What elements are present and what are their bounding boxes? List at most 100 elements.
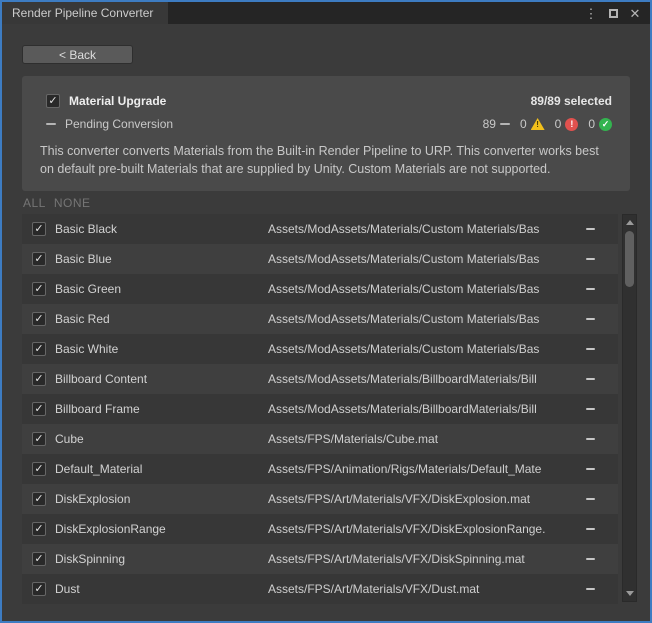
error-counter: 0 ! — [555, 117, 579, 131]
pending-dash-icon — [46, 123, 56, 125]
material-row[interactable]: ✓ Billboard Frame Assets/ModAssets/Mater… — [22, 394, 618, 424]
titlebar: Render Pipeline Converter ⋮ ✕ — [2, 2, 650, 24]
material-row[interactable]: ✓ Billboard Content Assets/ModAssets/Mat… — [22, 364, 618, 394]
material-checkbox[interactable]: ✓ — [32, 282, 46, 296]
material-path: Assets/FPS/Art/Materials/VFX/DiskExplosi… — [268, 492, 578, 506]
row-pending-icon — [578, 258, 618, 260]
selection-controls: ALL NONE — [23, 196, 91, 210]
pending-counter: 89 — [483, 117, 510, 131]
converter-name: Material Upgrade — [69, 94, 166, 108]
material-path: Assets/FPS/Materials/Cube.mat — [268, 432, 578, 446]
material-name: Cube — [55, 432, 268, 446]
select-none-button[interactable]: NONE — [54, 196, 91, 210]
check-icon: ✓ — [34, 224, 43, 235]
material-name: Basic White — [55, 342, 268, 356]
check-icon: ✓ — [34, 404, 43, 415]
material-path: Assets/ModAssets/Materials/Custom Materi… — [268, 312, 578, 326]
material-path: Assets/ModAssets/Materials/Custom Materi… — [268, 252, 578, 266]
material-path: Assets/ModAssets/Materials/Custom Materi… — [268, 222, 578, 236]
material-name: Basic Green — [55, 282, 268, 296]
material-name: DiskExplosion — [55, 492, 268, 506]
maximize-icon[interactable] — [606, 7, 620, 20]
check-icon: ✓ — [34, 434, 43, 445]
material-checkbox[interactable]: ✓ — [32, 222, 46, 236]
material-path: Assets/ModAssets/Materials/BillboardMate… — [268, 402, 578, 416]
menu-icon[interactable]: ⋮ — [584, 7, 598, 20]
back-button[interactable]: < Back — [22, 45, 133, 64]
row-pending-icon — [578, 498, 618, 500]
material-checkbox[interactable]: ✓ — [32, 582, 46, 596]
window-tab[interactable]: Render Pipeline Converter — [2, 2, 168, 24]
material-row[interactable]: ✓ Dust Assets/FPS/Art/Materials/VFX/Dust… — [22, 574, 618, 604]
material-name: DiskExplosionRange — [55, 522, 268, 536]
material-path: Assets/FPS/Art/Materials/VFX/Dust.mat — [268, 582, 578, 596]
row-pending-icon — [578, 348, 618, 350]
success-icon: ✓ — [599, 118, 612, 131]
window-controls: ⋮ ✕ — [584, 2, 650, 24]
pending-count: 89 — [483, 117, 496, 131]
material-name: Basic Blue — [55, 252, 268, 266]
row-pending-icon — [578, 468, 618, 470]
success-counter: 0 ✓ — [588, 117, 612, 131]
row-pending-icon — [578, 588, 618, 590]
error-icon: ! — [565, 118, 578, 131]
material-path: Assets/ModAssets/Materials/BillboardMate… — [268, 372, 578, 386]
converter-description: This converter converts Materials from t… — [22, 142, 630, 178]
material-path: Assets/ModAssets/Materials/Custom Materi… — [268, 342, 578, 356]
material-row[interactable]: ✓ Default_Material Assets/FPS/Animation/… — [22, 454, 618, 484]
material-name: Basic Red — [55, 312, 268, 326]
material-upgrade-checkbox[interactable]: ✓ — [46, 94, 60, 108]
material-name: Basic Black — [55, 222, 268, 236]
material-row[interactable]: ✓ Basic Black Assets/ModAssets/Materials… — [22, 214, 618, 244]
row-pending-icon — [578, 408, 618, 410]
check-icon: ✓ — [48, 96, 57, 107]
material-path: Assets/FPS/Art/Materials/VFX/DiskExplosi… — [268, 522, 578, 536]
material-checkbox[interactable]: ✓ — [32, 312, 46, 326]
pending-status-row: Pending Conversion 89 0 ! 0 ! 0 ✓ — [22, 117, 630, 131]
check-icon: ✓ — [34, 554, 43, 565]
material-name: Default_Material — [55, 462, 268, 476]
material-row[interactable]: ✓ Basic Green Assets/ModAssets/Materials… — [22, 274, 618, 304]
material-row[interactable]: ✓ Basic Red Assets/ModAssets/Materials/C… — [22, 304, 618, 334]
selected-count: 89/89 selected — [531, 94, 612, 108]
row-pending-icon — [578, 378, 618, 380]
check-icon: ✓ — [34, 374, 43, 385]
material-checkbox[interactable]: ✓ — [32, 522, 46, 536]
material-checkbox[interactable]: ✓ — [32, 552, 46, 566]
row-pending-icon — [578, 528, 618, 530]
material-row[interactable]: ✓ Basic Blue Assets/ModAssets/Materials/… — [22, 244, 618, 274]
check-icon: ✓ — [34, 254, 43, 265]
material-row[interactable]: ✓ Basic White Assets/ModAssets/Materials… — [22, 334, 618, 364]
select-all-button[interactable]: ALL — [23, 196, 46, 210]
material-row[interactable]: ✓ DiskExplosionRange Assets/FPS/Art/Mate… — [22, 514, 618, 544]
scroll-down-icon[interactable] — [623, 587, 636, 600]
pending-label: Pending Conversion — [65, 117, 173, 131]
item-list: ✓ Basic Black Assets/ModAssets/Materials… — [22, 214, 618, 604]
material-row[interactable]: ✓ DiskExplosion Assets/FPS/Art/Materials… — [22, 484, 618, 514]
material-path: Assets/ModAssets/Materials/Custom Materi… — [268, 282, 578, 296]
material-checkbox[interactable]: ✓ — [32, 252, 46, 266]
material-checkbox[interactable]: ✓ — [32, 372, 46, 386]
material-checkbox[interactable]: ✓ — [32, 432, 46, 446]
material-row[interactable]: ✓ DiskSpinning Assets/FPS/Art/Materials/… — [22, 544, 618, 574]
scroll-up-icon[interactable] — [623, 216, 636, 229]
material-name: Billboard Frame — [55, 402, 268, 416]
status-counters: 89 0 ! 0 ! 0 ✓ — [483, 117, 612, 131]
material-checkbox[interactable]: ✓ — [32, 342, 46, 356]
material-checkbox[interactable]: ✓ — [32, 462, 46, 476]
converter-header-row: ✓ Material Upgrade 89/89 selected — [22, 94, 630, 108]
material-path: Assets/FPS/Art/Materials/VFX/DiskSpinnin… — [268, 552, 578, 566]
close-icon[interactable]: ✕ — [628, 7, 642, 20]
check-icon: ✓ — [34, 314, 43, 325]
check-icon: ✓ — [34, 284, 43, 295]
converter-panel: ✓ Material Upgrade 89/89 selected Pendin… — [22, 76, 630, 191]
list-scrollbar[interactable] — [622, 214, 637, 602]
material-row[interactable]: ✓ Cube Assets/FPS/Materials/Cube.mat — [22, 424, 618, 454]
scrollbar-thumb[interactable] — [625, 231, 634, 287]
check-icon: ✓ — [34, 494, 43, 505]
check-icon: ✓ — [34, 344, 43, 355]
warning-count: 0 — [520, 117, 527, 131]
material-checkbox[interactable]: ✓ — [32, 492, 46, 506]
check-icon: ✓ — [34, 584, 43, 595]
material-checkbox[interactable]: ✓ — [32, 402, 46, 416]
